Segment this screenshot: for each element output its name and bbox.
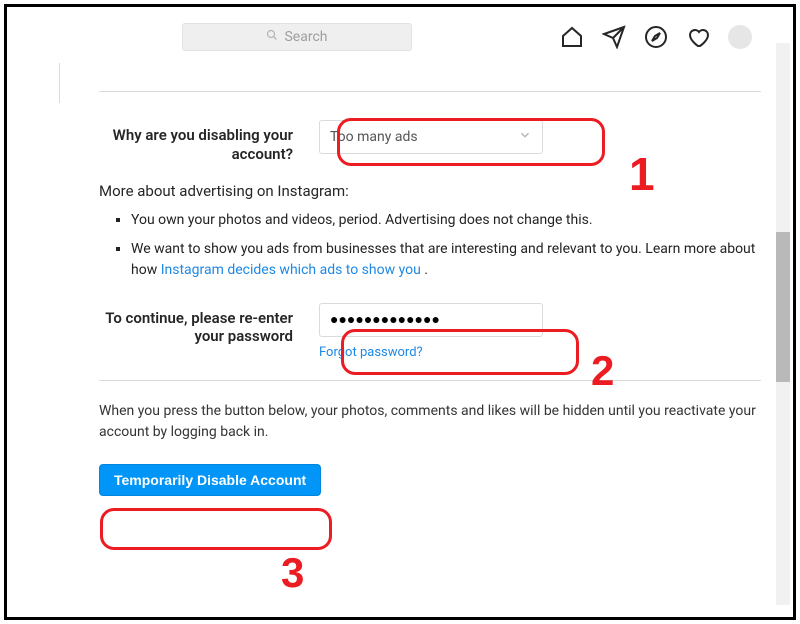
bullet-text-tail: .	[421, 262, 428, 278]
top-bar: Search	[7, 7, 776, 61]
temporarily-disable-button[interactable]: Temporarily Disable Account	[99, 464, 321, 496]
search-placeholder: Search	[284, 29, 327, 45]
page-frame: Search Why are y	[4, 4, 796, 620]
password-row: To continue, please re-enter your passwo…	[99, 303, 761, 360]
list-item: We want to show you ads from businesses …	[131, 239, 761, 281]
ads-learn-more-link[interactable]: Instagram decides which ads to show you	[161, 262, 421, 278]
search-input[interactable]: Search	[182, 23, 412, 51]
disable-explainer: When you press the button below, your ph…	[99, 401, 761, 444]
ads-bullet-list: You own your photos and videos, period. …	[131, 210, 761, 281]
list-item: You own your photos and videos, period. …	[131, 210, 761, 231]
heart-icon[interactable]	[686, 25, 710, 49]
home-icon[interactable]	[560, 25, 584, 49]
content: Why are you disabling your account? Too …	[59, 61, 761, 601]
search-icon	[266, 29, 278, 45]
avatar-icon	[728, 25, 752, 49]
disable-account-panel: Why are you disabling your account? Too …	[99, 61, 761, 496]
paper-plane-icon[interactable]	[602, 25, 626, 49]
scrollbar-thumb[interactable]	[776, 232, 790, 382]
ads-heading: More about advertising on Instagram:	[99, 182, 761, 200]
nav-icons	[560, 21, 752, 53]
reason-selected-value: Too many ads	[330, 129, 418, 145]
reason-row: Why are you disabling your account? Too …	[99, 120, 761, 164]
separator	[99, 380, 761, 381]
reason-label: Why are you disabling your account?	[99, 126, 319, 164]
bullet-text: You own your photos and videos, period. …	[131, 212, 593, 228]
separator	[99, 91, 761, 92]
reason-select[interactable]: Too many ads	[319, 120, 543, 154]
forgot-password-link[interactable]: Forgot password?	[319, 345, 423, 360]
avatar[interactable]	[728, 25, 752, 49]
compass-icon[interactable]	[644, 25, 668, 49]
password-input[interactable]	[319, 303, 543, 337]
chevron-down-icon	[518, 128, 532, 146]
password-label: To continue, please re-enter your passwo…	[99, 309, 319, 347]
settings-sidebar-edge	[59, 63, 60, 103]
